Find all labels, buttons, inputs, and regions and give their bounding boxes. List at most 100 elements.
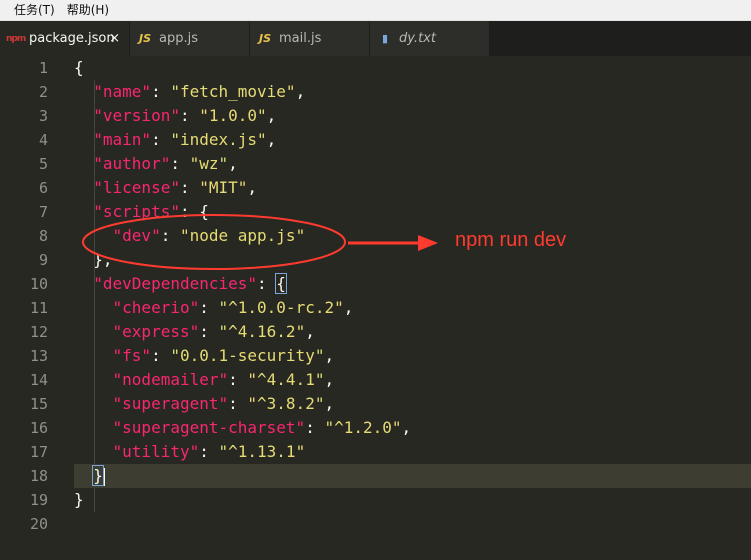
json-key: "superagent" (112, 394, 229, 413)
line-number: 2 (38, 83, 48, 101)
punctuation: , (266, 106, 277, 125)
json-key: "dev" (112, 226, 161, 245)
punctuation (74, 394, 113, 413)
code-line[interactable]: "fs": "0.0.1-security", (74, 344, 751, 368)
json-string: "^1.13.1" (218, 442, 306, 461)
text-cursor (103, 467, 105, 486)
punctuation: : (160, 226, 180, 245)
code-line[interactable]: "dev": "node app.js" (74, 224, 751, 248)
json-key: "license" (93, 178, 180, 197)
line-number: 7 (38, 203, 48, 221)
menu-item-tasks[interactable]: 任务(T) (8, 0, 61, 21)
json-key: "cheerio" (112, 298, 200, 317)
code-line[interactable]: "express": "^4.16.2", (74, 320, 751, 344)
punctuation: , (401, 418, 412, 437)
json-string: "wz" (189, 154, 229, 173)
code-line[interactable]: "name": "fetch_movie", (74, 80, 751, 104)
punctuation: { (74, 58, 84, 77)
code-line[interactable]: "devDependencies": { (74, 272, 751, 296)
punctuation: , (324, 370, 335, 389)
line-number: 5 (38, 155, 48, 173)
code-line[interactable]: } (74, 488, 751, 512)
punctuation (74, 202, 93, 221)
punctuation (74, 346, 113, 365)
js-icon: JS (258, 32, 271, 45)
punctuation: : (170, 154, 190, 173)
punctuation (74, 298, 113, 317)
code-line[interactable]: "author": "wz", (74, 152, 751, 176)
tab-app-js[interactable]: JS app.js (130, 21, 250, 56)
code-line[interactable]: "cheerio": "^1.0.0-rc.2", (74, 296, 751, 320)
punctuation: : (257, 274, 277, 293)
punctuation (74, 130, 93, 149)
code-line[interactable]: "superagent": "^3.8.2", (74, 392, 751, 416)
code-line[interactable]: "superagent-charset": "^1.2.0", (74, 416, 751, 440)
code-line[interactable]: "scripts": { (74, 200, 751, 224)
menu-item-help[interactable]: 帮助(H) (61, 0, 115, 21)
punctuation: , (305, 322, 315, 341)
close-icon[interactable]: × (109, 31, 120, 46)
code-line[interactable]: { (74, 56, 751, 80)
punctuation: , (324, 346, 335, 365)
punctuation: , (324, 394, 335, 413)
line-number: 11 (29, 299, 48, 317)
code-line[interactable]: "license": "MIT", (74, 176, 751, 200)
code-line[interactable]: }, (74, 248, 751, 272)
code-area[interactable]: { "name": "fetch_movie", "version": "1.0… (74, 56, 751, 536)
tab-label: app.js (159, 31, 198, 46)
code-line[interactable]: "main": "index.js", (74, 128, 751, 152)
line-number: 19 (29, 491, 48, 509)
json-string: "^3.8.2" (247, 394, 325, 413)
punctuation (74, 418, 113, 437)
code-editor[interactable]: 1 2 3 4 5 6 7 8 9 10 11 12 13 14 15 16 17 18 19 20 { "name"… (0, 56, 751, 560)
punctuation: : (228, 394, 248, 413)
tab-label: mail.js (279, 31, 322, 46)
code-line[interactable]: "nodemailer": "^4.4.1", (74, 368, 751, 392)
json-key: "name" (93, 82, 152, 101)
punctuation: , (295, 82, 306, 101)
matched-bracket: } (92, 465, 104, 486)
code-line[interactable]: "utility": "^1.13.1" (74, 440, 751, 464)
line-number: 1 (38, 59, 48, 77)
punctuation: : (228, 370, 248, 389)
line-number: 13 (29, 347, 48, 365)
punctuation (74, 370, 113, 389)
json-key: "utility" (112, 442, 200, 461)
file-icon: ▮ (381, 32, 389, 45)
line-number: 3 (38, 107, 48, 125)
line-number: 14 (29, 371, 48, 389)
json-key: "superagent-charset" (112, 418, 306, 437)
json-string: "^4.4.1" (247, 370, 325, 389)
json-key: "version" (93, 106, 180, 125)
code-line[interactable] (74, 512, 751, 536)
punctuation: }, (74, 250, 113, 269)
line-number: 6 (38, 179, 48, 197)
tab-bar: npm package.json × JS app.js JS mail.js … (0, 21, 751, 56)
line-number: 20 (29, 515, 48, 533)
line-number: 9 (38, 251, 48, 269)
json-string: "^1.2.0" (324, 418, 402, 437)
json-key: "main" (93, 130, 152, 149)
tab-package-json[interactable]: npm package.json × (0, 21, 130, 56)
json-string: "^1.0.0-rc.2" (218, 298, 344, 317)
punctuation (74, 154, 93, 173)
json-string: "node app.js" (179, 226, 306, 245)
code-line[interactable]: } (74, 464, 751, 488)
line-number: 8 (38, 227, 48, 245)
punctuation: : (305, 418, 325, 437)
punctuation (74, 442, 113, 461)
line-number: 4 (38, 131, 48, 149)
json-key: "scripts" (93, 202, 180, 221)
tab-mail-js[interactable]: JS mail.js (250, 21, 370, 56)
punctuation: , (228, 154, 238, 173)
punctuation: : (179, 106, 200, 125)
line-number: 16 (29, 419, 48, 437)
json-key: "fs" (112, 346, 152, 365)
menu-bar: 任务(T) 帮助(H) (0, 0, 751, 21)
line-number: 15 (29, 395, 48, 413)
tab-dy-txt[interactable]: ▮ dy.txt (370, 21, 490, 56)
punctuation: , (343, 298, 354, 317)
json-string: "^4.16.2" (218, 322, 306, 341)
code-line[interactable]: "version": "1.0.0", (74, 104, 751, 128)
punctuation: : (179, 178, 200, 197)
